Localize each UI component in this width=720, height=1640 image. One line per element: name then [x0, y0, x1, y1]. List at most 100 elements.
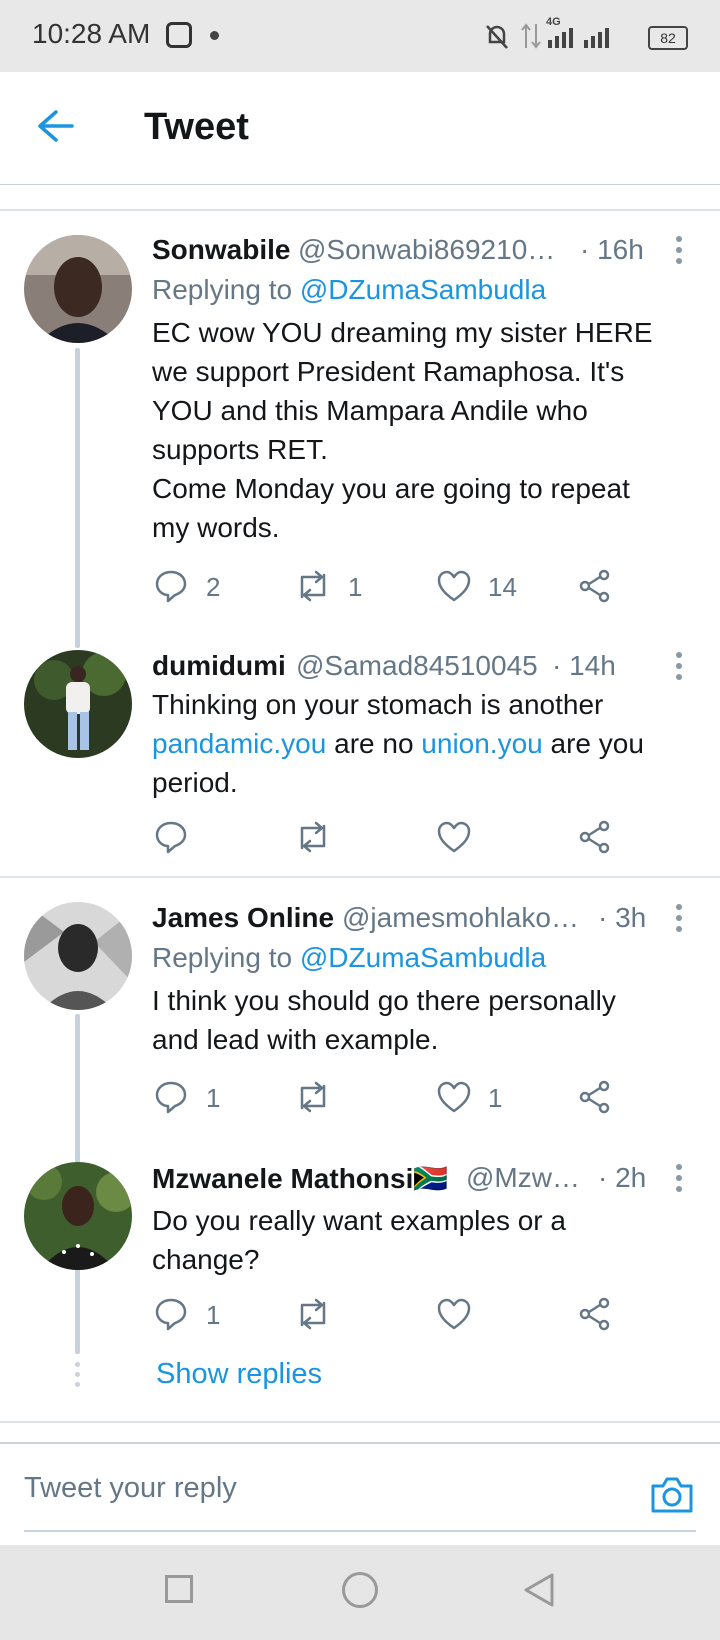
user-handle[interactable]: @Sonwabi869210… — [298, 234, 555, 266]
tweet-text-line: EC wow YOU dreaming my sister HERE — [152, 317, 653, 348]
back-arrow-icon[interactable] — [36, 108, 76, 144]
more-icon[interactable] — [676, 904, 682, 937]
thread-dots-icon — [75, 1362, 80, 1387]
avatar[interactable] — [24, 235, 132, 343]
reply-button[interactable] — [154, 1297, 188, 1333]
share-button[interactable] — [578, 820, 612, 856]
home-icon[interactable] — [342, 1572, 378, 1608]
mention-link[interactable]: @DZumaSambudla — [300, 942, 546, 973]
back-icon[interactable] — [522, 1572, 556, 1608]
tweet-text-line: Do you really want examples or a — [152, 1205, 566, 1236]
mention-link[interactable]: @DZumaSambudla — [300, 274, 546, 305]
like-count: 14 — [488, 572, 517, 602]
share-icon — [579, 1080, 610, 1114]
tweet[interactable]: Sonwabile @Sonwabi869210… · 16h Replying… — [0, 214, 720, 648]
retweet-button[interactable] — [294, 569, 332, 605]
tweet-text-line: I think you should go there personally — [152, 985, 616, 1016]
like-button[interactable] — [436, 820, 472, 856]
reply-icon — [155, 1081, 187, 1114]
retweet-button[interactable] — [294, 1297, 332, 1333]
reply-count: 1 — [206, 1083, 221, 1113]
tweet[interactable]: James Online @jamesmohlako… · 3h Replyin… — [0, 890, 720, 1288]
tweet-text: I think you should go there personally a… — [152, 981, 692, 1059]
tweet-text: Do you really want examples or a change? — [152, 1201, 692, 1279]
replying-to: Replying to @DZumaSambudla — [152, 942, 546, 974]
avatar-image — [24, 902, 132, 1010]
share-button[interactable] — [578, 569, 612, 605]
share-icon — [579, 569, 610, 603]
retweet-icon — [300, 570, 326, 602]
retweet-icon — [300, 1298, 326, 1330]
reply-count: 1 — [206, 1300, 221, 1330]
reply-button[interactable] — [154, 569, 188, 605]
more-icon[interactable] — [676, 236, 682, 269]
replying-to-label: Replying to — [152, 274, 293, 305]
tweet-text-line: we support President Ramaphosa. It's — [152, 356, 625, 387]
like-icon — [437, 821, 471, 853]
user-name[interactable]: James Online — [152, 902, 334, 934]
reply-icon — [155, 570, 187, 603]
notification-dot-icon — [210, 31, 219, 40]
status-bar: 10:28 AM 4G 82 — [0, 0, 720, 72]
replying-to-label: Replying to — [152, 942, 293, 973]
like-count: 1 — [488, 1083, 503, 1113]
divider — [0, 876, 720, 878]
user-handle[interactable]: @Samad84510045 — [296, 650, 538, 682]
tweet[interactable]: Mzwanele Mathonsi🇿🇦 @Mzw… · 2h Do you re… — [0, 1150, 720, 1430]
user-name[interactable]: Mzwanele Mathonsi🇿🇦 — [152, 1162, 448, 1195]
retweet-count: 1 — [348, 572, 363, 602]
tweet-text: EC wow YOU dreaming my sister HERE we su… — [152, 313, 692, 547]
share-button[interactable] — [578, 1297, 612, 1333]
mute-icon — [486, 25, 508, 49]
tweet-text-line: pandamic.you are no union.you are you — [152, 724, 712, 763]
user-handle[interactable]: @Mzw… — [466, 1162, 580, 1194]
tweet-text-line: period. — [152, 767, 238, 798]
thread-line — [75, 1274, 80, 1354]
user-name[interactable]: dumidumi — [152, 650, 286, 682]
tweet-time: · 14h — [552, 650, 616, 681]
retweet-icon — [300, 821, 326, 853]
avatar[interactable] — [24, 650, 132, 758]
show-replies-link[interactable]: Show replies — [156, 1358, 322, 1391]
tweet-text-line: change? — [152, 1244, 260, 1275]
avatar[interactable] — [24, 902, 132, 1010]
avatar[interactable] — [24, 1162, 132, 1270]
tweet-text-line: Thinking on your stomach is another — [152, 689, 604, 720]
camera-icon[interactable] — [650, 1474, 694, 1514]
like-icon — [437, 570, 471, 602]
user-handle[interactable]: @jamesmohlako… — [342, 902, 579, 934]
reply-icon — [155, 1298, 187, 1331]
reply-button[interactable] — [154, 820, 188, 856]
retweet-button[interactable] — [294, 1080, 332, 1116]
gallery-notification-icon — [166, 22, 192, 48]
user-name[interactable]: Sonwabile — [152, 234, 290, 266]
like-button[interactable] — [436, 569, 472, 605]
tweet-text-line: Come Monday you are going to repeat — [152, 473, 630, 504]
retweet-button[interactable] — [294, 820, 332, 856]
system-nav-bar — [0, 1545, 720, 1640]
share-icon — [579, 820, 610, 854]
tweet[interactable]: dumidumi @Samad84510045 · 14h Thinking o… — [0, 640, 720, 870]
like-button[interactable] — [436, 1297, 472, 1333]
text-link[interactable]: union.you — [421, 728, 542, 759]
reply-input[interactable]: Tweet your reply — [24, 1472, 237, 1505]
avatar-image — [24, 235, 132, 343]
like-button[interactable] — [436, 1080, 472, 1116]
tweet-text-fragment: are no — [326, 728, 422, 759]
reply-button[interactable] — [154, 1080, 188, 1116]
divider — [0, 209, 720, 211]
more-icon[interactable] — [676, 1164, 682, 1197]
tweet-text: Thinking on your stomach is another pand… — [152, 685, 712, 802]
more-icon[interactable] — [676, 652, 682, 685]
page-title: Tweet — [144, 106, 249, 148]
app-header: Tweet — [0, 72, 720, 185]
text-link[interactable]: pandamic.you — [152, 728, 326, 759]
share-icon — [579, 1297, 610, 1331]
tweet-text-line: YOU and this Mampara Andile who — [152, 395, 588, 426]
divider — [0, 1421, 720, 1423]
thread-line — [75, 348, 80, 648]
share-button[interactable] — [578, 1080, 612, 1116]
battery-icon: 82 — [648, 26, 688, 50]
tweet-time: · 2h — [598, 1162, 647, 1193]
recents-icon[interactable] — [165, 1575, 193, 1603]
